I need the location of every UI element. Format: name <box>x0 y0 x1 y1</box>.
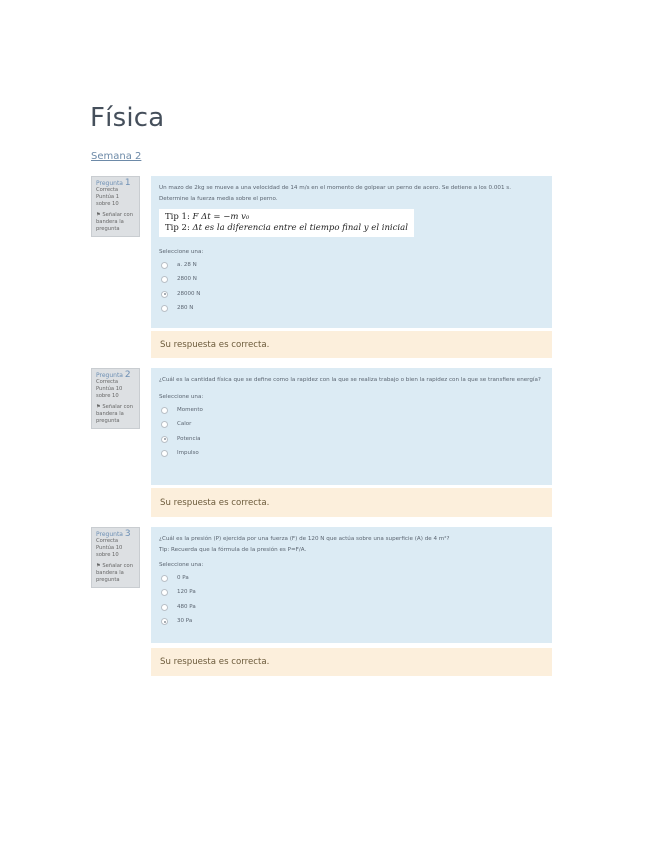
flag-icon: ⚑ <box>96 212 101 218</box>
flag-question-link[interactable]: ⚑ Señalar con bandera la pregunta <box>96 563 135 584</box>
feedback-box: Su respuesta es correcta. <box>151 648 552 676</box>
radio-button[interactable] <box>161 603 168 611</box>
flag-icon: ⚑ <box>96 404 101 410</box>
tip-1-formula: F Δt = −m v₀ <box>192 212 250 222</box>
answer-option[interactable]: 480 Pa <box>159 600 544 615</box>
flag-icon: ⚑ <box>96 563 101 569</box>
answer-option[interactable]: 28000 N <box>159 287 544 302</box>
section-link-semana[interactable]: Semana 2 <box>91 151 141 162</box>
radio-button[interactable] <box>161 261 168 269</box>
tip-1-label: Tip 1: <box>165 212 190 222</box>
radio-button-selected[interactable] <box>161 618 168 626</box>
question-state: Correcta <box>96 538 119 544</box>
question-formulation: Un mazo de 2kg se mueve a una velocidad … <box>151 176 552 328</box>
answer-option[interactable]: Calor <box>159 418 544 433</box>
page-title: Física <box>90 103 165 133</box>
answer-option[interactable]: 280 N <box>159 302 544 317</box>
answer-option[interactable]: Momento <box>159 403 544 418</box>
question-mark: Puntúa 1 sobre 10 <box>96 194 120 207</box>
question-number: Pregunta 2 <box>96 370 131 380</box>
question-info: Pregunta 3 Correcta Puntúa 10 sobre 10 ⚑… <box>91 527 140 588</box>
question-state: Correcta <box>96 187 119 193</box>
answer-option[interactable]: 120 Pa <box>159 586 544 601</box>
answer-option[interactable]: Potencia <box>159 432 544 447</box>
answer-prompt: Seleccione una: <box>159 394 204 400</box>
answer-prompt: Seleccione una: <box>159 562 204 568</box>
answer-option[interactable]: 30 Pa <box>159 615 544 630</box>
question-state: Correcta <box>96 379 119 385</box>
answer-prompt: Seleccione una: <box>159 249 204 255</box>
tip-2-label: Tip 2: <box>165 223 190 233</box>
question-text-2: Determine la fuerza media sobre el perno… <box>159 196 278 202</box>
question-text: ¿Cuál es la presión (P) ejercida por una… <box>159 536 450 542</box>
radio-button-selected[interactable] <box>161 435 168 443</box>
answer-option[interactable]: a. 28 N <box>159 258 544 273</box>
radio-button[interactable] <box>161 305 168 313</box>
tip-2-formula: Δt es la diferencia entre el tiempo fina… <box>192 223 408 233</box>
question-formulation: ¿Cuál es la presión (P) ejercida por una… <box>151 527 552 643</box>
flag-question-link[interactable]: ⚑ Señalar con bandera la pregunta <box>96 212 135 233</box>
answer-option[interactable]: 2800 N <box>159 273 544 288</box>
question-number: Pregunta 1 <box>96 178 131 188</box>
radio-button[interactable] <box>161 276 168 284</box>
question-text: ¿Cuál es la cantidad física que se defin… <box>159 377 541 383</box>
radio-button[interactable] <box>161 450 168 458</box>
question-mark: Puntúa 10 sobre 10 <box>96 386 123 399</box>
question-formulation: ¿Cuál es la cantidad física que se defin… <box>151 368 552 485</box>
question-text-2: Tip: Recuerda que la fórmula de la presi… <box>159 547 307 553</box>
feedback-box: Su respuesta es correcta. <box>151 331 552 358</box>
radio-button[interactable] <box>161 406 168 414</box>
radio-button[interactable] <box>161 574 168 582</box>
answer-option[interactable]: Impulso <box>159 447 544 462</box>
question-text: Un mazo de 2kg se mueve a una velocidad … <box>159 185 511 191</box>
question-info: Pregunta 1 Correcta Puntúa 1 sobre 10 ⚑ … <box>91 176 140 237</box>
radio-button[interactable] <box>161 421 168 429</box>
radio-button-selected[interactable] <box>161 290 168 298</box>
feedback-box: Su respuesta es correcta. <box>151 488 552 517</box>
question-mark: Puntúa 10 sobre 10 <box>96 545 123 558</box>
question-number: Pregunta 3 <box>96 529 131 539</box>
radio-button[interactable] <box>161 589 168 597</box>
question-info: Pregunta 2 Correcta Puntúa 10 sobre 10 ⚑… <box>91 368 140 429</box>
answer-option[interactable]: 0 Pa <box>159 571 544 586</box>
flag-question-link[interactable]: ⚑ Señalar con bandera la pregunta <box>96 404 135 425</box>
tip-box: Tip 1: F Δt = −m v₀ Tip 2: Δt es la dife… <box>159 209 414 237</box>
